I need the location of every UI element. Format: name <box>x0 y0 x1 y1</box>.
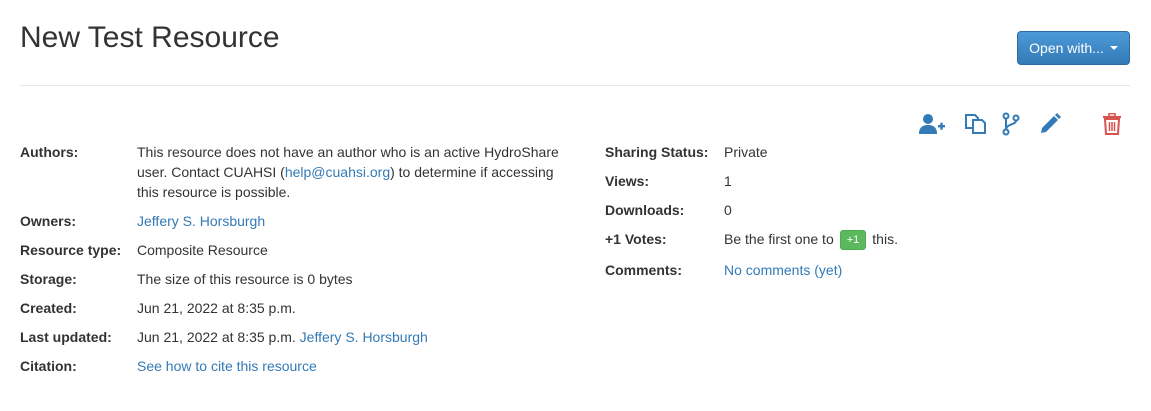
sharing-status-label: Sharing Status: <box>605 144 709 160</box>
last-updated-date: Jun 21, 2022 at 8:35 p.m. <box>137 329 296 345</box>
caret-down-icon <box>1109 46 1118 50</box>
resource-type-label: Resource type: <box>20 242 122 258</box>
sharing-status-value: Private <box>724 144 768 160</box>
comments-label: Comments: <box>605 262 683 278</box>
votes-value: Be the first one to +1 this. <box>724 229 898 251</box>
votes-suffix: this. <box>872 231 898 247</box>
downloads-label: Downloads: <box>605 202 685 218</box>
edit-icon[interactable] <box>1036 110 1064 138</box>
comments-link[interactable]: No comments (yet) <box>724 260 842 280</box>
views-value: 1 <box>724 173 732 189</box>
open-with-button[interactable]: Open with... <box>1017 31 1130 65</box>
created-value: Jun 21, 2022 at 8:35 p.m. <box>137 300 296 316</box>
plus-one-button[interactable]: +1 <box>839 230 867 251</box>
add-user-icon[interactable] <box>918 110 946 138</box>
votes-label: +1 Votes: <box>605 231 667 247</box>
resource-type-value: Composite Resource <box>137 242 268 258</box>
open-with-label: Open with... <box>1029 40 1104 56</box>
resource-toolbar <box>0 110 1151 140</box>
downloads-value: 0 <box>724 202 732 218</box>
delete-icon[interactable] <box>1098 110 1126 138</box>
citation-link[interactable]: See how to cite this resource <box>137 356 317 376</box>
authors-line1: This resource does not have an author wh… <box>137 144 559 160</box>
votes-prefix: Be the first one to <box>724 231 834 247</box>
citation-label: Citation: <box>20 358 77 374</box>
page-title: New Test Resource <box>20 21 280 54</box>
last-updated-user-link[interactable]: Jeffery S. Horsburgh <box>300 329 428 345</box>
support-email-link[interactable]: help@cuahsi.org <box>285 164 390 180</box>
fork-icon[interactable] <box>997 110 1025 138</box>
authors-value: This resource does not have an author wh… <box>137 142 559 202</box>
authors-label: Authors: <box>20 144 79 160</box>
last-updated-label: Last updated: <box>20 329 112 345</box>
owners-label: Owners: <box>20 213 77 229</box>
header-divider <box>20 85 1130 86</box>
created-label: Created: <box>20 300 77 316</box>
copy-icon[interactable] <box>962 110 990 138</box>
last-updated-value: Jun 21, 2022 at 8:35 p.m. Jeffery S. Hor… <box>137 327 428 347</box>
storage-value: The size of this resource is 0 bytes <box>137 271 353 287</box>
authors-line2: user. Contact CUAHSI (help@cuahsi.org) t… <box>137 162 559 182</box>
authors-line2-suffix: ) to determine if accessing <box>390 164 554 180</box>
views-label: Views: <box>605 173 650 189</box>
owner-link[interactable]: Jeffery S. Horsburgh <box>137 211 265 231</box>
authors-line3: this resource is possible. <box>137 184 291 200</box>
authors-line2-prefix: user. Contact CUAHSI ( <box>137 164 285 180</box>
storage-label: Storage: <box>20 271 77 287</box>
